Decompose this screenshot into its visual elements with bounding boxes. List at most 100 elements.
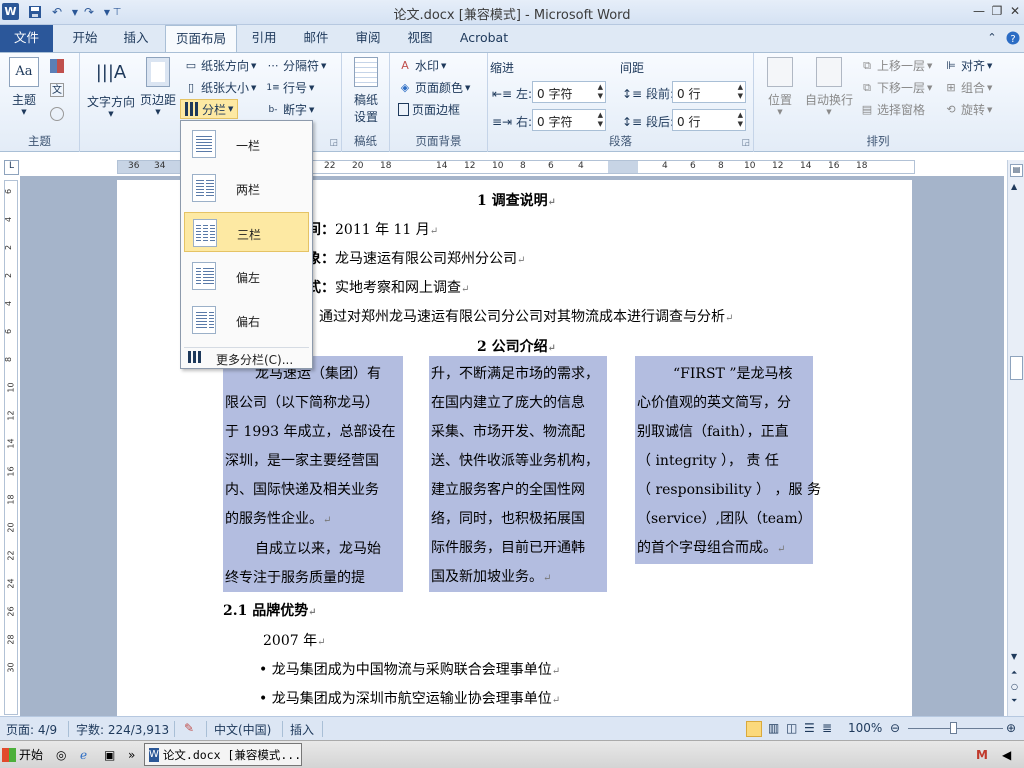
columns-left-option[interactable]: 偏左 xyxy=(184,256,309,296)
theme-fonts-icon[interactable]: 文 xyxy=(50,83,67,97)
space-after-input[interactable]: 0 行 ▲ ▼ xyxy=(672,109,746,131)
close-button[interactable]: ✕ xyxy=(1004,1,1024,21)
theme-effects-icon[interactable] xyxy=(50,107,67,121)
proofing-icon[interactable]: ✎ xyxy=(184,721,194,735)
orientation-button[interactable]: ▭ 纸张方向 ▼ xyxy=(184,57,257,74)
send-backward-button[interactable]: ⧉ 下移一层 ▼ xyxy=(860,79,932,96)
position-button[interactable]: 位置 ▼ xyxy=(760,57,800,116)
insert-mode-indicator[interactable]: 插入 xyxy=(290,721,314,738)
columns-one-option[interactable]: 一栏 xyxy=(184,124,309,164)
line-survey-object[interactable]: 象：龙马速运有限公司郑州分公司↵ xyxy=(307,248,525,268)
draft-view-icon[interactable]: ≣ xyxy=(822,721,832,735)
word-count[interactable]: 字数: 224/3,913 xyxy=(76,721,169,738)
selection-pane-button[interactable]: ▤ 选择窗格 xyxy=(860,101,925,118)
bullet-item[interactable]: • 龙马集团成为中国物流与采购联合会理事单位↵ xyxy=(259,659,560,679)
bullet-item[interactable]: • 龙马集团成为深圳市航空运输业协会理事单位↵ xyxy=(259,688,560,708)
print-layout-view-icon[interactable] xyxy=(746,721,762,737)
tab-review[interactable]: 审阅 xyxy=(346,25,390,52)
tab-home[interactable]: 开始 xyxy=(60,25,110,52)
line-survey-method[interactable]: 式：实地考察和网上调查↵ xyxy=(307,277,469,297)
heading-brand-advantage[interactable]: 2.1 品牌优势↵ xyxy=(223,600,317,620)
browse-object-icon[interactable]: ○ xyxy=(1011,682,1018,691)
watermark-button[interactable]: A 水印 ▼ xyxy=(398,57,446,74)
rotate-button[interactable]: ⟲ 旋转 ▼ xyxy=(944,101,992,118)
year-line[interactable]: 2007 年↵ xyxy=(263,630,325,650)
tab-page-layout[interactable]: 页面布局 xyxy=(165,25,237,53)
quicklaunch-icon[interactable]: ◎ xyxy=(56,743,66,766)
tab-file[interactable]: 文件 xyxy=(0,25,53,52)
indent-left-input[interactable]: 0 字符 ▲ ▼ xyxy=(532,81,606,103)
zoom-level[interactable]: 100% xyxy=(848,721,882,735)
taskbar-word-document[interactable]: W 论文.docx [兼容模式... xyxy=(144,743,302,766)
zoom-out-icon[interactable]: ⊖ xyxy=(890,721,900,735)
space-before-input[interactable]: 0 行 ▲ ▼ xyxy=(672,81,746,103)
help-icon[interactable]: ? xyxy=(1004,25,1022,52)
paragraph-launcher-icon[interactable]: ◲ xyxy=(741,138,750,148)
tray-app-icon[interactable]: M xyxy=(976,743,988,766)
page-borders-button[interactable]: 页面边框 xyxy=(398,101,460,118)
more-columns-option[interactable]: 更多分栏(C)... xyxy=(184,347,309,367)
spinner-arrows-icon[interactable]: ▲ ▼ xyxy=(598,111,603,129)
title-bar: W ↶ ▼ ↷ ▼ ⊤ 论文.docx [兼容模式] - Microsoft W… xyxy=(0,0,1024,25)
zoom-slider-handle[interactable] xyxy=(950,722,957,734)
spinner-arrows-icon[interactable]: ▲ ▼ xyxy=(598,83,603,101)
tab-acrobat[interactable]: Acrobat xyxy=(452,25,516,52)
quicklaunch-icon[interactable]: ▣ xyxy=(104,743,115,766)
tab-stop-selector-icon[interactable]: L xyxy=(4,160,19,175)
previous-page-icon[interactable]: ⏶ xyxy=(1011,668,1017,678)
web-layout-icon[interactable]: ◫ xyxy=(786,721,797,735)
tab-insert[interactable]: 插入 xyxy=(114,25,158,52)
line-numbers-button[interactable]: 1≡ 行号 ▼ xyxy=(266,79,314,96)
taskbar: 开始 ◎ ℯ ▣ » W 论文.docx [兼容模式... M ◀ xyxy=(0,740,1024,768)
themes-button[interactable]: Aa 主题 ▼ xyxy=(4,57,44,116)
column-3-text[interactable]: “FIRST ”是龙马核 心价值观的英文简写，分 别取诚信（faith），正直 … xyxy=(637,360,821,564)
hyphenation-button[interactable]: b- 断字 ▼ xyxy=(266,101,315,118)
tab-view[interactable]: 视图 xyxy=(398,25,442,52)
manuscript-settings-button[interactable]: 稿纸 设置 xyxy=(348,57,384,125)
columns-two-option[interactable]: 两栏 xyxy=(184,168,309,208)
line-survey-time[interactable]: 间：2011 年 11 月↵ xyxy=(307,219,438,239)
page-color-button[interactable]: ◈ 页面颜色 ▼ xyxy=(398,79,471,96)
columns-three-option[interactable]: 三栏 xyxy=(184,212,309,252)
group-button[interactable]: ⊞ 组合 ▼ xyxy=(944,79,992,96)
scrollbar-thumb[interactable] xyxy=(1010,356,1023,380)
tab-mailings[interactable]: 邮件 xyxy=(294,25,338,52)
page-setup-launcher-icon[interactable]: ◲ xyxy=(329,138,338,148)
heading-company-intro[interactable]: 2 公司介绍↵ xyxy=(477,336,556,356)
full-screen-reading-icon[interactable]: ▥ xyxy=(768,721,779,735)
columns-button[interactable]: 分栏 ▼ xyxy=(180,99,239,119)
bring-forward-button[interactable]: ⧉ 上移一层 ▼ xyxy=(860,57,932,74)
page-count[interactable]: 页面: 4/9 xyxy=(6,721,57,738)
align-button[interactable]: ⊫ 对齐 ▼ xyxy=(944,57,992,74)
align-icon: ⊫ xyxy=(946,58,956,72)
next-page-icon[interactable]: ⏷ xyxy=(1011,696,1017,706)
columns-right-option[interactable]: 偏右 xyxy=(184,300,309,340)
scroll-up-icon[interactable]: ▲ xyxy=(1011,182,1017,191)
theme-colors-icon[interactable] xyxy=(50,59,67,73)
outline-view-icon[interactable]: ☰ xyxy=(804,721,815,735)
line-survey-purpose[interactable]: 的：通过对郑州龙马速运有限公司分公司对其物流成本进行调查与分析↵ xyxy=(291,306,733,326)
column-2-text[interactable]: 升，不断满足市场的需求， 在国内建立了庞大的信息 采集、市场开发、物流配 送、快… xyxy=(431,360,599,593)
breaks-button[interactable]: ⋯ 分隔符 ▼ xyxy=(266,57,327,74)
wrap-text-button[interactable]: 自动换行 ▼ xyxy=(802,57,856,116)
more-icon[interactable]: » xyxy=(128,743,135,766)
text-direction-button[interactable]: |||A 文字方向 ▼ xyxy=(86,57,136,118)
language-indicator[interactable]: 中文(中国) xyxy=(214,721,271,738)
size-button[interactable]: ▯ 纸张大小 ▼ xyxy=(184,79,256,96)
vertical-ruler[interactable]: 6 4 2 2 4 6 8 10 12 14 16 18 20 22 24 26… xyxy=(4,180,18,715)
spinner-arrows-icon[interactable]: ▲ ▼ xyxy=(738,83,743,101)
column-1-text[interactable]: 龙马速运（集团）有 限公司（以下简称龙马） 于 1993 年成立，总部设在 深圳… xyxy=(225,360,396,593)
vertical-scrollbar[interactable]: ▤ ▲ ▼ ⏶ ○ ⏷ xyxy=(1007,160,1024,716)
indent-right-input[interactable]: 0 字符 ▲ ▼ xyxy=(532,109,606,131)
start-button[interactable]: 开始 xyxy=(2,743,48,766)
scroll-down-icon[interactable]: ▼ xyxy=(1011,652,1017,661)
view-ruler-icon[interactable]: ▤ xyxy=(1010,164,1023,177)
minimize-ribbon-icon[interactable]: ⌃ xyxy=(984,25,1000,52)
tab-references[interactable]: 引用 xyxy=(242,25,286,52)
margins-button[interactable]: 页边距 ▼ xyxy=(138,57,178,116)
spinner-arrows-icon[interactable]: ▲ ▼ xyxy=(738,111,743,129)
ie-icon[interactable]: ℯ xyxy=(80,743,87,766)
heading-survey[interactable]: 1 调查说明↵ xyxy=(477,190,556,210)
zoom-in-icon[interactable]: ⊕ xyxy=(1006,721,1016,735)
tray-arrow-icon[interactable]: ◀ xyxy=(1002,743,1011,766)
